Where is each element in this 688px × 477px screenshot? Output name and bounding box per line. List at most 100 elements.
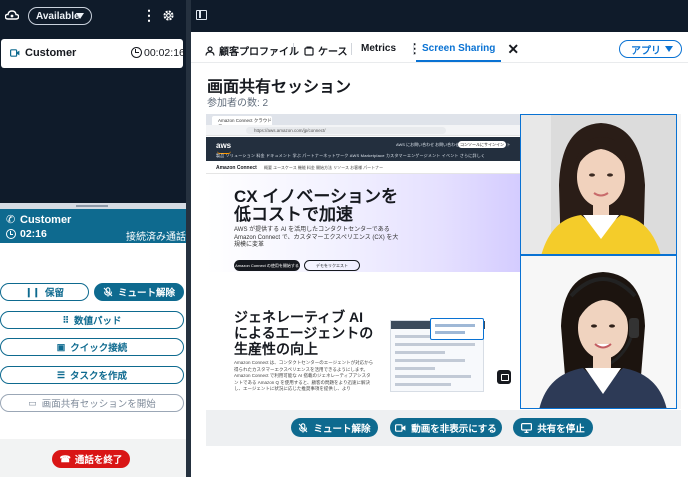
clock-icon [131, 47, 142, 58]
participant-count: 参加者の数: 2 [207, 98, 269, 109]
hold-label: 保留 [45, 288, 65, 299]
tab-divider [351, 43, 352, 55]
feature-title: ジェネレーティブ AI によるエージェントの生産性の向上 [234, 309, 374, 357]
tab-metrics[interactable]: Metrics ⋮ [361, 42, 421, 55]
stop-sharing-button[interactable]: 共有を停止 [513, 418, 593, 437]
screen-share-controls: ミュート解除 動画を非表示にする 共有を停止 [206, 410, 681, 446]
hero-title: CX イノベーションを低コストで加速 [234, 187, 398, 224]
keypad-label: 数値パッド [74, 316, 122, 327]
unmute-button[interactable]: ミュート解除 [291, 418, 378, 437]
feature-text: Amazon Connect は、コンタクトセンターのエージェントが対応から得ら… [234, 360, 374, 391]
customer-video [520, 114, 677, 255]
phone-icon: ✆ [6, 214, 16, 226]
screen-share-view: Amazon Connect クラウドコ... https://aws.amaz… [206, 114, 681, 409]
end-call-button[interactable]: ☎ 通話を終了 [52, 450, 130, 468]
hero-secondary-button: デモをリクエスト [304, 260, 360, 271]
agent-video [520, 255, 677, 409]
ccp-top-bar: Available ⋮ [0, 0, 186, 32]
active-contact-name: Customer [20, 214, 72, 226]
clock-icon [6, 229, 16, 239]
aws-nav-items: 製品 ソリューション 料金 ドキュメント 学ぶ パートナーネットワーク AWS … [216, 153, 486, 158]
unmute-label: ミュート解除 [313, 423, 371, 435]
contact-control-panel: Available ⋮ Customer 00:02:16 ✆ Customer… [0, 0, 186, 477]
agent-status-label: Available [36, 10, 80, 22]
contact-card-icon: ▣ [56, 341, 66, 352]
stop-sharing-label: 共有を停止 [537, 423, 585, 435]
contact-name: Customer [25, 47, 77, 59]
quick-connect-label: クイック接続 [70, 343, 128, 354]
monitor-icon [521, 422, 533, 433]
subnav-title: Amazon Connect [216, 165, 257, 171]
tab-screen-sharing[interactable]: Screen Sharing ✕ [422, 42, 519, 56]
tab-divider [293, 43, 294, 55]
call-actions: ❙❙ 保留 ミュート解除 ⠿ 数値パッド ▣ クイック接続 ☰ タスクを作成 ▭… [0, 243, 186, 439]
microphone-muted-icon [103, 287, 113, 297]
active-tab-indicator [416, 60, 501, 62]
create-task-label: タスクを作成 [70, 371, 128, 382]
browser-tab-strip: Amazon Connect クラウドコ... [206, 114, 520, 129]
cloud-settings-icon[interactable] [5, 9, 19, 21]
task-icon: ☰ [56, 369, 66, 380]
keypad-button[interactable]: ⠿ 数値パッド [0, 311, 184, 329]
video-camera-icon [10, 49, 20, 57]
tab-label: 顧客プロファイル [219, 47, 299, 58]
apps-dropdown[interactable]: アプリ [619, 40, 682, 58]
pause-icon: ❙❙ [24, 286, 41, 297]
start-screen-share-label: 画面共有セッションを開始 [41, 399, 156, 410]
video-camera-icon [395, 423, 406, 432]
agent-video-feed [521, 256, 676, 408]
keypad-icon: ⠿ [62, 314, 70, 325]
create-task-button[interactable]: ☰ タスクを作成 [0, 366, 184, 384]
aws-console-signin: コンソールにサインイン [458, 141, 506, 148]
unmute-button[interactable]: ミュート解除 [94, 283, 184, 301]
unmute-label: ミュート解除 [117, 288, 175, 299]
more-options-icon[interactable]: ⋮ [408, 42, 421, 55]
agent-status-dropdown[interactable]: Available [28, 7, 92, 25]
tab-divider [413, 43, 414, 55]
aws-navbar: aws 製品 ソリューション 料金 ドキュメント 学ぶ パートナーネットワーク … [206, 137, 520, 161]
product-subnav: Amazon Connect 概要 ユースケース 機能 料金 開始方法 リソース… [206, 161, 520, 174]
tab-label: ケース [318, 47, 348, 58]
product-popover [430, 318, 484, 340]
case-icon [304, 45, 314, 56]
hide-video-button[interactable]: 動画を非表示にする [390, 418, 502, 437]
browser-address-bar: https://aws.amazon.com/jp/connect/ [206, 125, 520, 136]
hide-video-label: 動画を非表示にする [411, 423, 497, 435]
chevron-down-icon [76, 13, 84, 19]
workspace-tabs: 顧客プロファイル ケース Metrics ⋮ Screen Sharing ✕ … [191, 32, 688, 63]
active-contact-header: ✆ Customer 02:16 接続済み通話 [0, 209, 186, 243]
hero-primary-button: Amazon Connect の使用を開始する [234, 260, 300, 271]
tab-label: Screen Sharing [422, 43, 496, 54]
more-options-icon[interactable]: ⋮ [142, 8, 156, 22]
active-contact-duration: 02:16 [20, 228, 47, 240]
phone-hangup-icon: ☎ [59, 453, 71, 464]
close-icon[interactable]: ✕ [507, 42, 519, 56]
drag-handle[interactable] [76, 205, 108, 207]
agent-workspace: 顧客プロファイル ケース Metrics ⋮ Screen Sharing ✕ … [186, 0, 688, 477]
end-call-label: 通話を終了 [74, 455, 123, 466]
tab-label: Metrics [361, 43, 397, 54]
person-icon [205, 45, 215, 56]
gear-icon[interactable] [162, 9, 175, 22]
shared-screen: Amazon Connect クラウドコ... https://aws.amaz… [206, 114, 520, 409]
monitor-icon: ▭ [28, 397, 37, 408]
tab-customer-profile[interactable]: 顧客プロファイル [205, 43, 299, 58]
panel-toggle-icon[interactable] [196, 10, 207, 20]
feature-section: ジェネレーティブ AI によるエージェントの生産性の向上 Amazon Conn… [206, 290, 520, 409]
chat-icon [497, 370, 511, 384]
microphone-muted-icon [299, 422, 308, 433]
contact-timer: 00:02:16 [144, 47, 185, 59]
browser-tab: Amazon Connect クラウドコ... [212, 116, 272, 129]
browser-url: https://aws.amazon.com/jp/connect/ [246, 127, 446, 134]
hold-button[interactable]: ❙❙ 保留 [0, 283, 89, 301]
start-screen-share-button[interactable]: ▭ 画面共有セッションを開始 [0, 394, 184, 412]
apps-label: アプリ [631, 45, 661, 57]
subnav-items: 概要 ユースケース 機能 料金 開始方法 リソース お客様 パートナー [264, 165, 384, 170]
contact-card[interactable]: Customer 00:02:16 [1, 39, 185, 68]
end-call-bar: ☎ 通話を終了 [0, 439, 186, 477]
quick-connect-button[interactable]: ▣ クイック接続 [0, 338, 184, 356]
aws-logo: aws [216, 141, 232, 154]
caret-down-icon [665, 46, 673, 52]
customer-video-feed [521, 115, 676, 254]
tab-cases[interactable]: ケース [304, 43, 348, 58]
